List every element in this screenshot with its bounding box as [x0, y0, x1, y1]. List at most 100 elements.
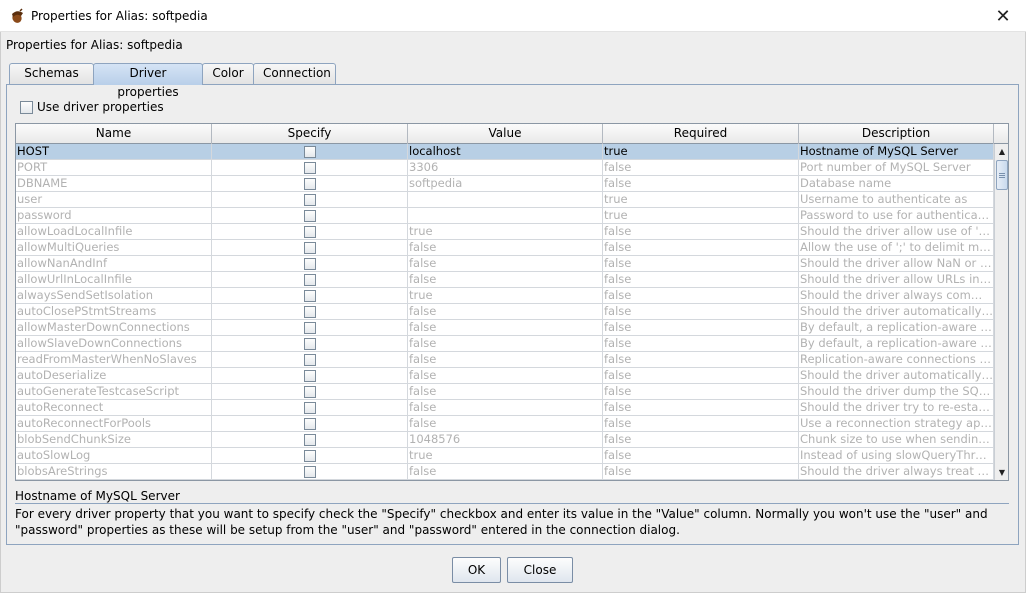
table-row[interactable]: autoClosePStmtStreams false false Should th…	[16, 304, 994, 320]
property-value-cell[interactable]: false	[408, 240, 603, 256]
property-required-cell[interactable]: true	[603, 208, 799, 224]
property-value-cell[interactable]	[408, 192, 603, 208]
property-value-cell[interactable]: false	[408, 320, 603, 336]
property-description-cell[interactable]: Port number of MySQL Server	[799, 160, 994, 176]
property-required-cell[interactable]: true	[603, 192, 799, 208]
property-description-cell[interactable]: Should the driver always treat BL...	[799, 464, 994, 480]
specify-checkbox[interactable]	[303, 306, 316, 318]
property-required-cell[interactable]: false	[603, 256, 799, 272]
property-required-cell[interactable]: false	[603, 160, 799, 176]
property-value-cell[interactable]: true	[408, 288, 603, 304]
specify-cell[interactable]	[212, 192, 408, 208]
use-driver-properties-checkbox[interactable]	[20, 100, 33, 114]
specify-cell[interactable]	[212, 288, 408, 304]
property-value-cell[interactable]: false	[408, 384, 603, 400]
tab-connection[interactable]: Connection	[253, 63, 336, 84]
property-description-cell[interactable]: Hostname of MySQL Server	[799, 144, 994, 160]
scroll-down-button[interactable]: ▼	[995, 465, 1008, 480]
property-value-cell[interactable]: false	[408, 352, 603, 368]
property-description-cell[interactable]: Should the driver try to re-establis...	[799, 400, 994, 416]
specify-checkbox[interactable]	[303, 434, 316, 446]
property-required-cell[interactable]: false	[603, 400, 799, 416]
property-name-cell[interactable]: allowLoadLocalInfile	[16, 224, 212, 240]
property-required-cell[interactable]: true	[603, 144, 799, 160]
specify-checkbox[interactable]	[303, 402, 316, 414]
close-window-button[interactable]: ✕	[980, 0, 1026, 32]
property-name-cell[interactable]: readFromMasterWhenNoSlaves	[16, 352, 212, 368]
property-name-cell[interactable]: autoReconnectForPools	[16, 416, 212, 432]
property-name-cell[interactable]: autoSlowLog	[16, 448, 212, 464]
table-row[interactable]: allowUrlInLocalInfile false false Should th…	[16, 272, 994, 288]
property-description-cell[interactable]: Allow the use of ';' to delimit multi...	[799, 240, 994, 256]
specify-checkbox[interactable]	[303, 418, 316, 430]
property-value-cell[interactable]	[408, 208, 603, 224]
property-name-cell[interactable]: allowUrlInLocalInfile	[16, 272, 212, 288]
specify-checkbox[interactable]	[303, 466, 316, 478]
table-row[interactable]: alwaysSendSetIsolation true false Should th…	[16, 288, 994, 304]
property-name-cell[interactable]: HOST	[16, 144, 212, 160]
property-value-cell[interactable]: false	[408, 272, 603, 288]
specify-checkbox[interactable]	[303, 210, 316, 222]
specify-checkbox[interactable]	[303, 226, 316, 238]
tab-color[interactable]: Color	[202, 63, 254, 84]
specify-cell[interactable]	[212, 272, 408, 288]
specify-cell[interactable]	[212, 368, 408, 384]
table-row[interactable]: PORT 3306 false Port number of MySQL Server	[16, 160, 994, 176]
specify-cell[interactable]	[212, 240, 408, 256]
property-description-cell[interactable]: Username to authenticate as	[799, 192, 994, 208]
specify-cell[interactable]	[212, 304, 408, 320]
ok-button[interactable]: OK	[452, 557, 501, 583]
column-header-name[interactable]: Name	[16, 124, 212, 144]
specify-cell[interactable]	[212, 448, 408, 464]
table-row[interactable]: HOST localhost true Hostname of MySQL Serve…	[16, 144, 994, 160]
property-value-cell[interactable]: false	[408, 304, 603, 320]
table-vertical-scrollbar[interactable]: ▲ ▼	[994, 144, 1008, 480]
specify-cell[interactable]	[212, 176, 408, 192]
table-row[interactable]: autoSlowLog true false Instead of using slo…	[16, 448, 994, 464]
specify-checkbox[interactable]	[303, 274, 316, 286]
table-row[interactable]: allowMultiQueries false false Allow the use…	[16, 240, 994, 256]
property-description-cell[interactable]: Should the driver automatically d...	[799, 368, 994, 384]
specify-checkbox[interactable]	[303, 386, 316, 398]
specify-checkbox[interactable]	[303, 354, 316, 366]
table-row[interactable]: blobSendChunkSize 1048576 false Chunk size …	[16, 432, 994, 448]
specify-cell[interactable]	[212, 320, 408, 336]
property-required-cell[interactable]: false	[603, 224, 799, 240]
specify-checkbox[interactable]	[303, 322, 316, 334]
property-required-cell[interactable]: false	[603, 304, 799, 320]
property-name-cell[interactable]: DBNAME	[16, 176, 212, 192]
specify-checkbox[interactable]	[303, 178, 316, 190]
property-required-cell[interactable]: false	[603, 176, 799, 192]
specify-checkbox[interactable]	[303, 194, 316, 206]
column-header-value[interactable]: Value	[408, 124, 603, 144]
specify-cell[interactable]	[212, 144, 408, 160]
property-description-cell[interactable]: Should the driver allow NaN or +/-...	[799, 256, 994, 272]
property-required-cell[interactable]: false	[603, 368, 799, 384]
table-row[interactable]: allowSlaveDownConnections false false By de…	[16, 336, 994, 352]
property-value-cell[interactable]: 1048576	[408, 432, 603, 448]
use-driver-properties-option[interactable]: Use driver properties	[20, 100, 164, 114]
property-value-cell[interactable]: 3306	[408, 160, 603, 176]
specify-cell[interactable]	[212, 208, 408, 224]
column-header-required[interactable]: Required	[603, 124, 799, 144]
specify-cell[interactable]	[212, 400, 408, 416]
scroll-up-button[interactable]: ▲	[995, 144, 1008, 159]
property-name-cell[interactable]: allowSlaveDownConnections	[16, 336, 212, 352]
property-description-cell[interactable]: Should the driver dump the SQL it...	[799, 384, 994, 400]
property-name-cell[interactable]: autoReconnect	[16, 400, 212, 416]
property-description-cell[interactable]: Password to use for authentication	[799, 208, 994, 224]
property-value-cell[interactable]: false	[408, 368, 603, 384]
column-header-specify[interactable]: Specify	[212, 124, 408, 144]
property-name-cell[interactable]: password	[16, 208, 212, 224]
column-header-description[interactable]: Description	[799, 124, 994, 144]
property-required-cell[interactable]: false	[603, 272, 799, 288]
property-description-cell[interactable]: Should the driver allow use of 'LO...	[799, 224, 994, 240]
property-description-cell[interactable]: By default, a replication-aware co...	[799, 336, 994, 352]
table-row[interactable]: readFromMasterWhenNoSlaves false false Repl…	[16, 352, 994, 368]
property-value-cell[interactable]: false	[408, 256, 603, 272]
close-button[interactable]: Close	[507, 557, 573, 583]
property-name-cell[interactable]: blobSendChunkSize	[16, 432, 212, 448]
specify-cell[interactable]	[212, 416, 408, 432]
specify-checkbox[interactable]	[303, 242, 316, 254]
table-row[interactable]: allowMasterDownConnections false false By d…	[16, 320, 994, 336]
